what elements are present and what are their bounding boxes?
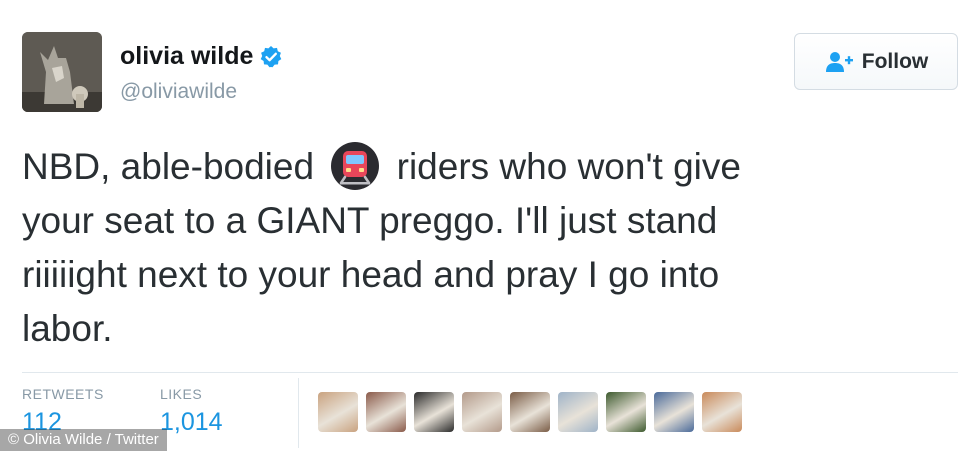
tweet-line-3: riiiiight next to your head and pray I g… [22, 254, 720, 295]
liker-avatar-2[interactable] [366, 392, 406, 432]
liker-avatar-6[interactable] [558, 392, 598, 432]
liker-avatar-4[interactable] [462, 392, 502, 432]
tweet-line-2: your seat to a GIANT preggo. I'll just s… [22, 200, 718, 241]
stats-divider [22, 372, 958, 373]
liker-avatar-7[interactable] [606, 392, 646, 432]
liker-avatar-5[interactable] [510, 392, 550, 432]
follow-button-label: Follow [861, 49, 929, 73]
stats-vertical-divider [298, 378, 299, 448]
liker-avatar-9[interactable] [702, 392, 742, 432]
liker-avatar-1[interactable] [318, 392, 358, 432]
likes-stat[interactable]: LIKES 1,014 [160, 386, 223, 437]
display-name[interactable]: olivia wilde [120, 42, 253, 71]
tweet-line-1: NBD, able-bodied riders who won't give [22, 140, 942, 194]
avatar[interactable] [22, 32, 102, 112]
add-user-icon [825, 51, 853, 72]
metro-train-icon [330, 141, 380, 191]
likers-avatar-list [318, 392, 750, 432]
likes-count[interactable]: 1,014 [160, 408, 223, 437]
wolf-photo [22, 32, 102, 112]
liker-avatar-3[interactable] [414, 392, 454, 432]
likes-label: LIKES [160, 386, 203, 402]
user-handle[interactable]: @oliviawilde [120, 80, 237, 104]
verified-badge-icon [261, 45, 282, 67]
tweet-text: NBD, able-bodied riders who won't give y… [22, 140, 942, 356]
tweet-line-4: labor. [22, 308, 113, 349]
retweets-label: RETWEETS [22, 386, 104, 402]
copyright-watermark: © Olivia Wilde / Twitter [0, 429, 167, 451]
follow-button[interactable]: Follow [794, 33, 958, 90]
liker-avatar-8[interactable] [654, 392, 694, 432]
name-row: olivia wilde [120, 42, 283, 71]
